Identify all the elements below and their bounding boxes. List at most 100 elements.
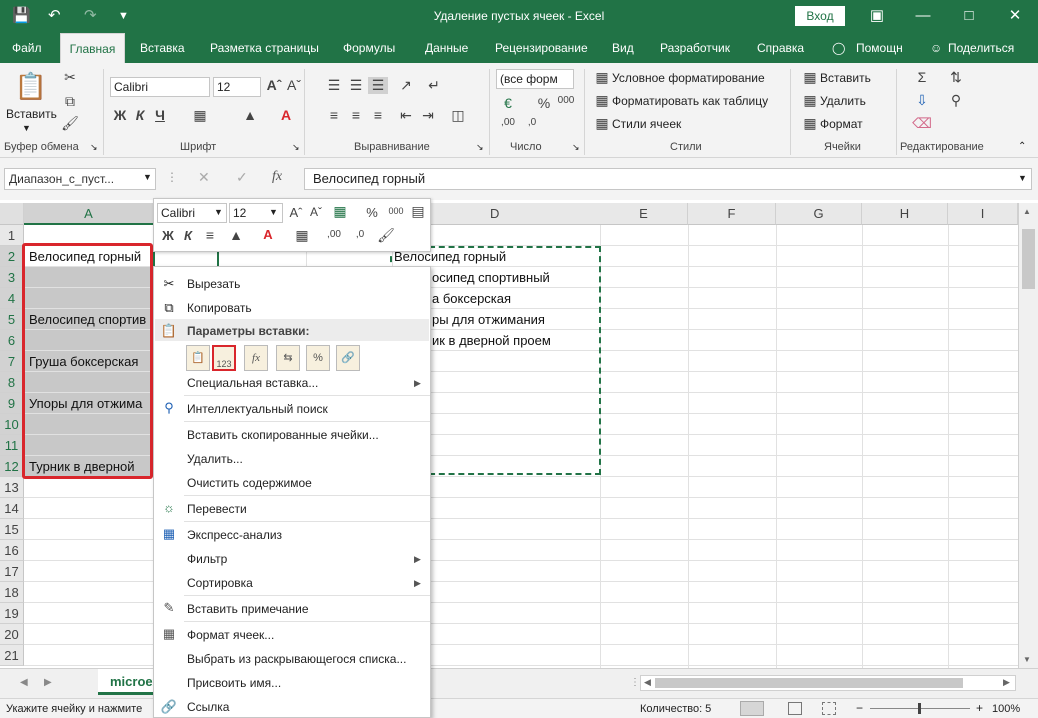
paste-link-icon[interactable]: 🔗: [336, 345, 360, 371]
borders-icon[interactable]: ▦: [190, 107, 210, 124]
sheet-tab-active[interactable]: microex: [98, 669, 158, 695]
row-header[interactable]: 18: [0, 582, 24, 603]
col-header-e[interactable]: E: [600, 203, 688, 225]
row-header[interactable]: 17: [0, 561, 24, 582]
clipboard-launcher-icon[interactable]: ↘: [90, 142, 98, 153]
menu-item-filter[interactable]: Фильтр: [187, 552, 227, 566]
format-cells-icon[interactable]: ▦: [800, 115, 820, 132]
row-header[interactable]: 13: [0, 477, 24, 498]
sheet-prev-icon[interactable]: ◀: [20, 677, 28, 688]
scroll-down-icon[interactable]: ▼: [1023, 655, 1031, 664]
scroll-up-icon[interactable]: ▲: [1023, 207, 1031, 216]
tab-data[interactable]: Данные: [425, 41, 468, 55]
menu-item-link[interactable]: Ссылка: [187, 700, 229, 714]
menu-item-pick-from-list[interactable]: Выбрать из раскрывающегося списка...: [187, 652, 406, 666]
mini-font-color-icon[interactable]: A: [258, 227, 278, 242]
ribbon-options-icon[interactable]: ▣: [862, 4, 892, 28]
row-header[interactable]: 11: [0, 435, 24, 456]
orientation-icon[interactable]: ↗: [396, 77, 416, 94]
col-header-f[interactable]: F: [688, 203, 776, 225]
scroll-left-icon[interactable]: ◀: [644, 677, 651, 688]
align-center-icon[interactable]: ≡: [346, 107, 366, 123]
row-header[interactable]: 4: [0, 288, 24, 309]
fill-icon[interactable]: ⇩: [912, 92, 932, 109]
row-header[interactable]: 19: [0, 603, 24, 624]
cut-icon[interactable]: ✂: [60, 69, 80, 86]
find-select-icon[interactable]: ⚲: [946, 92, 966, 109]
scroll-right-icon[interactable]: ▶: [1003, 677, 1010, 688]
col-header-g[interactable]: G: [776, 203, 862, 225]
mini-decrease-font-icon[interactable]: Aˇ: [306, 205, 326, 219]
row-header[interactable]: 20: [0, 624, 24, 645]
paste-button-label[interactable]: Вставить: [6, 107, 57, 121]
tab-help[interactable]: Справка: [757, 41, 804, 55]
wrap-text-icon[interactable]: ↵: [424, 77, 444, 94]
mini-italic-icon[interactable]: К: [178, 228, 198, 243]
tab-view[interactable]: Вид: [612, 41, 634, 55]
paste-transpose-icon[interactable]: ⇆: [276, 345, 300, 371]
currency-icon[interactable]: €: [498, 95, 518, 111]
row-header[interactable]: 14: [0, 498, 24, 519]
expand-formula-icon[interactable]: ▼: [1018, 173, 1027, 183]
page-break-view-icon[interactable]: [822, 702, 836, 715]
increase-decimal-icon[interactable]: ,00: [498, 117, 518, 128]
close-icon[interactable]: ✕: [1000, 4, 1030, 28]
cell-styles-button[interactable]: Стили ячеек: [612, 117, 681, 131]
format-as-table-icon[interactable]: ▦: [592, 92, 612, 109]
align-middle-icon[interactable]: ☰: [346, 77, 366, 94]
collapse-ribbon-icon[interactable]: ⌃: [1018, 141, 1026, 152]
tell-me-label[interactable]: Помощн: [856, 41, 903, 55]
mini-format-painter-icon[interactable]: 🖌: [376, 227, 396, 244]
paste-formatting-icon[interactable]: %: [306, 345, 330, 371]
align-right-icon[interactable]: ≡: [368, 107, 388, 123]
menu-item-insert-copied[interactable]: Вставить скопированные ячейки...: [187, 428, 379, 442]
select-all-corner[interactable]: [0, 203, 24, 225]
sort-filter-icon[interactable]: ⇅: [946, 69, 966, 86]
col-header-a[interactable]: A: [24, 203, 154, 225]
autosum-icon[interactable]: Σ: [912, 69, 932, 85]
menu-item-copy[interactable]: Копировать: [187, 301, 252, 315]
col-header-i[interactable]: I: [948, 203, 1018, 225]
mini-accounting-icon[interactable]: ▦: [330, 203, 350, 220]
normal-view-icon[interactable]: [740, 701, 764, 716]
merge-center-icon[interactable]: ◫: [448, 107, 468, 124]
font-name-box[interactable]: Calibri: [110, 77, 210, 97]
menu-item-format-cells[interactable]: Формат ячеек...: [187, 628, 274, 642]
font-size-box[interactable]: 12: [213, 77, 261, 97]
tab-developer[interactable]: Разработчик: [660, 41, 730, 55]
tab-insert[interactable]: Вставка: [140, 41, 185, 55]
minimize-icon[interactable]: —: [908, 4, 938, 28]
delete-cells-icon[interactable]: ▦: [800, 92, 820, 109]
sheet-next-icon[interactable]: ▶: [44, 677, 52, 688]
col-header-h[interactable]: H: [862, 203, 948, 225]
share-icon[interactable]: ☺: [930, 41, 942, 55]
tab-page-layout[interactable]: Разметка страницы: [210, 41, 319, 55]
hscroll-thumb[interactable]: [655, 678, 963, 688]
bold-icon[interactable]: Ж: [110, 107, 130, 123]
row-header[interactable]: 12: [0, 456, 24, 477]
mini-font-name-dropdown-icon[interactable]: ▼: [214, 207, 223, 217]
tab-file[interactable]: Файл: [12, 41, 42, 55]
alignment-launcher-icon[interactable]: ↘: [476, 142, 484, 153]
paste-dropdown-icon[interactable]: ▼: [22, 123, 31, 133]
menu-item-translate[interactable]: Перевести: [187, 502, 247, 516]
mini-increase-decimal-icon[interactable]: ,00: [324, 229, 344, 240]
mini-percent-icon[interactable]: %: [362, 205, 382, 220]
mini-decrease-decimal-icon[interactable]: ,0: [350, 229, 370, 240]
row-header[interactable]: 10: [0, 414, 24, 435]
mini-bold-icon[interactable]: Ж: [158, 228, 178, 243]
row-header[interactable]: 2: [0, 246, 24, 267]
tab-review[interactable]: Рецензирование: [495, 41, 588, 55]
font-color-icon[interactable]: A: [276, 107, 296, 123]
page-layout-view-icon[interactable]: [788, 702, 802, 715]
menu-item-smart-lookup[interactable]: Интеллектуальный поиск: [187, 402, 328, 416]
row-header[interactable]: 1: [0, 225, 24, 246]
menu-item-define-name[interactable]: Присвоить имя...: [187, 676, 281, 690]
indent-increase-icon[interactable]: ⇥: [418, 107, 438, 124]
row-header[interactable]: 7: [0, 351, 24, 372]
enter-icon[interactable]: ✓: [236, 169, 248, 186]
maximize-icon[interactable]: □: [954, 4, 984, 28]
zoom-out-icon[interactable]: −: [856, 701, 863, 715]
zoom-slider-thumb[interactable]: [918, 703, 921, 714]
underline-icon[interactable]: Ч: [150, 107, 170, 123]
